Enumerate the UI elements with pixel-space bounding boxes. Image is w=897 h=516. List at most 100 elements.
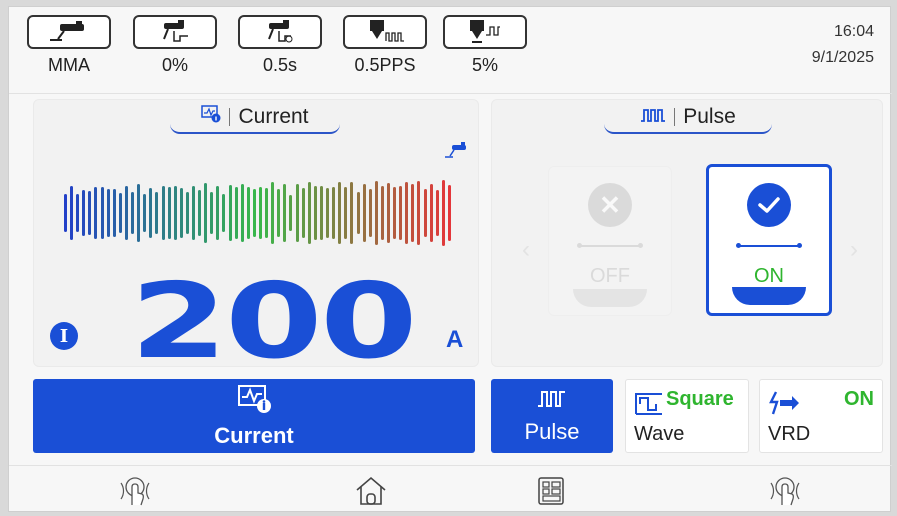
- meter-bar: [344, 186, 348, 240]
- clock-time: 16:04: [833, 23, 874, 40]
- meter-bar: [356, 192, 360, 234]
- meter-bar: [100, 187, 104, 239]
- meter-bar: [155, 192, 159, 234]
- close-icon: ✕: [588, 183, 632, 227]
- current-panel-tab[interactable]: Current: [170, 102, 340, 134]
- clock-date: 9/1/2025: [811, 49, 874, 66]
- wave-key[interactable]: Square Wave: [625, 379, 749, 453]
- status-pulse-frequency[interactable]: 0.5PPS: [343, 15, 427, 76]
- current-panel[interactable]: Current I 200 A: [33, 99, 479, 382]
- pulse-panel-title: Pulse: [683, 105, 736, 128]
- vrd-icon: [768, 390, 800, 421]
- meter-bar: [289, 194, 293, 232]
- pulse-panel-tab[interactable]: Pulse: [604, 102, 772, 134]
- meter-bar: [204, 182, 208, 244]
- status-pulse-ratio-value: 5%: [471, 55, 498, 75]
- meter-bar: [112, 188, 116, 238]
- meter-bar: [417, 180, 421, 246]
- meter-bar: [380, 185, 384, 241]
- meter-bar: [405, 182, 409, 244]
- meter-bar: [88, 191, 92, 235]
- status-hot-start[interactable]: 0%: [133, 15, 217, 76]
- pulse-wave-icon: [537, 388, 567, 413]
- meter-bar: [259, 186, 262, 240]
- meter-bar: [362, 184, 366, 242]
- square-wave-icon: [634, 390, 664, 421]
- current-badge: I: [50, 322, 78, 350]
- meter-bar: [246, 186, 250, 240]
- meter-bar: [131, 191, 135, 235]
- check-icon: [747, 183, 791, 227]
- meter-bar: [118, 193, 122, 233]
- pulse-option-off[interactable]: ✕ OFF: [548, 166, 672, 316]
- meter-bar: [234, 187, 238, 239]
- meter-bar: [447, 185, 451, 241]
- nav-touch-left[interactable]: [115, 475, 155, 512]
- status-arc-time[interactable]: 0.5s: [238, 15, 322, 76]
- meter-bar: [143, 193, 147, 233]
- tig-pulse-frequency-icon: [343, 15, 427, 49]
- meter-bar: [149, 188, 153, 238]
- meter-bar: [429, 184, 433, 242]
- torch-arc-time-icon: [238, 15, 322, 49]
- chevron-right-icon[interactable]: ›: [850, 236, 858, 264]
- pulse-key[interactable]: Pulse: [491, 379, 613, 453]
- pulse-option-on-label: ON: [754, 265, 784, 287]
- status-pulse-ratio[interactable]: 5%: [443, 15, 527, 76]
- touch-icon: [115, 475, 155, 512]
- current-key-label: Current: [214, 422, 294, 448]
- torch-icon: [27, 15, 111, 49]
- vrd-key-value: ON: [844, 388, 874, 410]
- option-line: [736, 243, 802, 248]
- meter-bar: [338, 182, 342, 244]
- option-line: [577, 243, 643, 248]
- meter-bar: [82, 189, 86, 236]
- meter-bar: [435, 190, 439, 236]
- meter-bar: [326, 187, 330, 239]
- meter-bar: [252, 189, 256, 237]
- meter-bar: [301, 188, 305, 238]
- meter-bar: [319, 185, 323, 241]
- meter-bar: [332, 186, 336, 240]
- current-meter: [64, 176, 454, 250]
- current-key[interactable]: Current: [33, 379, 475, 453]
- meter-bar: [76, 194, 80, 232]
- current-value[interactable]: 200: [130, 260, 418, 382]
- status-process-value: MMA: [48, 55, 90, 75]
- meter-bar: [124, 185, 128, 241]
- meter-bar: [161, 185, 165, 241]
- meter-bar: [265, 188, 269, 238]
- tab-separator: [229, 108, 231, 126]
- touch-icon: [765, 475, 805, 512]
- nav-home[interactable]: [351, 475, 391, 512]
- meter-bar: [283, 183, 287, 243]
- divider: [9, 465, 892, 466]
- meter-bar: [271, 182, 275, 244]
- monitor-info-icon: [201, 105, 221, 129]
- meter-bar: [313, 185, 317, 241]
- nav-menu[interactable]: [531, 476, 571, 511]
- status-process[interactable]: MMA: [27, 15, 111, 76]
- status-arc-time-value: 0.5s: [262, 55, 298, 75]
- meter-bar: [137, 184, 141, 242]
- meter-bar: [167, 187, 171, 239]
- divider: [9, 93, 892, 94]
- pulse-option-on[interactable]: ON: [706, 164, 832, 316]
- meter-bar: [441, 179, 445, 247]
- menu-grid-icon: [536, 476, 566, 511]
- pulse-panel[interactable]: Pulse ‹ › ✕ OFF ON: [491, 99, 883, 367]
- meter-bar: [350, 181, 354, 245]
- meter-bar: [198, 189, 202, 237]
- home-icon: [354, 475, 388, 512]
- meter-bar: [368, 189, 372, 237]
- nav-touch-right[interactable]: [765, 475, 805, 512]
- meter-bar: [423, 188, 427, 238]
- wave-key-value: Square: [666, 388, 734, 410]
- wave-key-label: Wave: [634, 423, 685, 445]
- meter-bar: [106, 188, 110, 238]
- meter-bar: [307, 182, 311, 244]
- chevron-left-icon[interactable]: ‹: [522, 236, 530, 264]
- vrd-key[interactable]: ON VRD: [759, 379, 883, 453]
- meter-bar: [173, 186, 177, 240]
- meter-bar: [399, 185, 403, 241]
